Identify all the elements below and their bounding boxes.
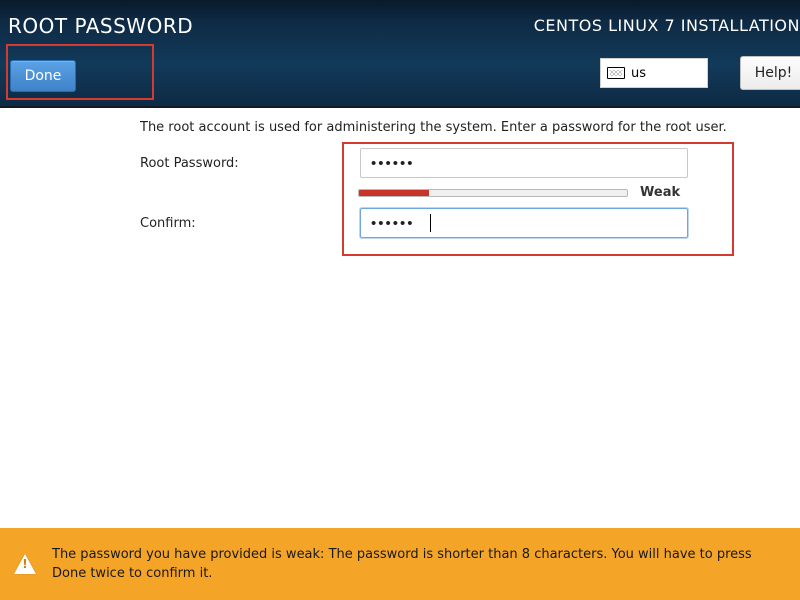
keyboard-icon [607, 67, 625, 79]
text-caret [430, 214, 431, 232]
password-strength-meter [358, 189, 628, 197]
warning-text: The password you have provided is weak: … [52, 545, 772, 584]
keyboard-layout-label: us [631, 66, 646, 81]
intro-text: The root account is used for administeri… [140, 120, 727, 135]
keyboard-layout-selector[interactable]: us [600, 58, 708, 88]
root-password-label: Root Password: [140, 156, 239, 171]
done-button[interactable]: Done [10, 60, 76, 92]
password-strength-label: Weak [640, 185, 680, 200]
password-strength-row: Weak [358, 185, 714, 200]
installer-subtitle: CENTOS LINUX 7 INSTALLATION [534, 16, 800, 35]
content-area: The root account is used for administeri… [0, 108, 800, 528]
confirm-password-input[interactable] [360, 208, 688, 238]
page-title: ROOT PASSWORD [8, 14, 193, 38]
confirm-password-label: Confirm: [140, 216, 196, 231]
password-strength-fill [359, 190, 429, 196]
root-password-input[interactable] [360, 148, 688, 178]
help-button[interactable]: Help! [740, 56, 800, 90]
done-highlight-box: Done [6, 44, 154, 100]
warning-icon: ! [14, 554, 36, 574]
top-bar: ROOT PASSWORD CENTOS LINUX 7 INSTALLATIO… [0, 0, 800, 108]
warning-bar: ! The password you have provided is weak… [0, 528, 800, 600]
